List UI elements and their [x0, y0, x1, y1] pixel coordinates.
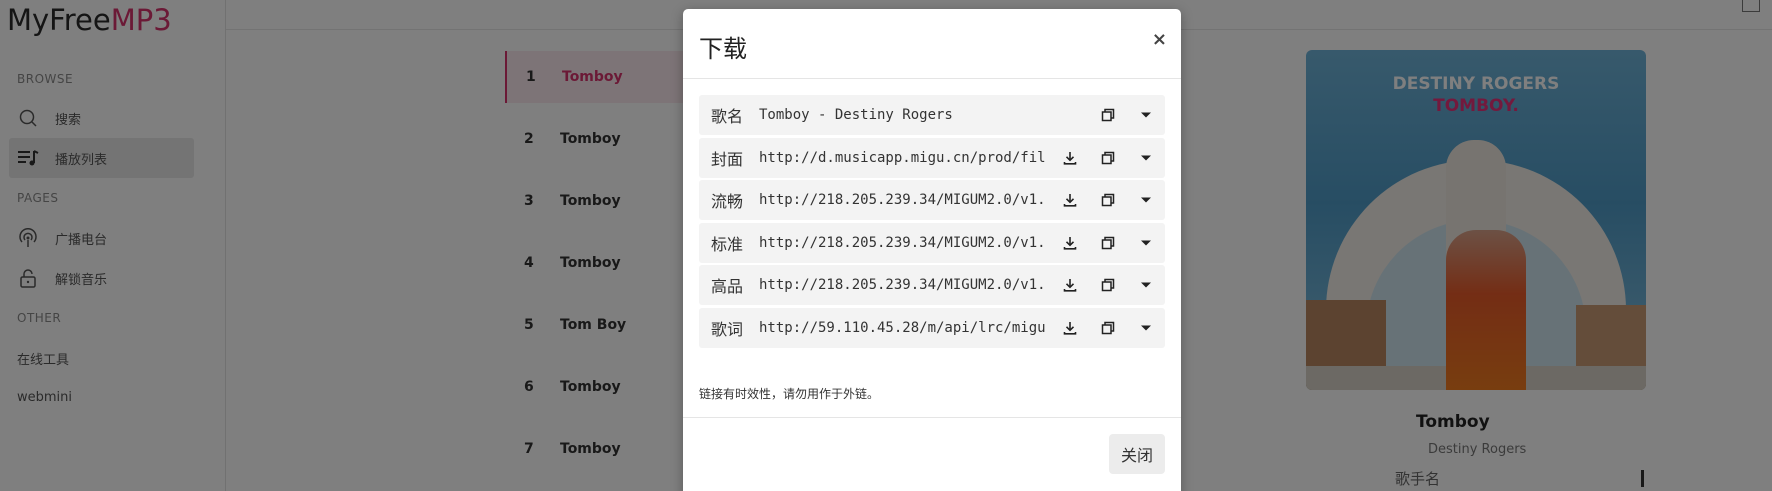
download-icon[interactable]: [1051, 265, 1089, 305]
download-row: 流畅 http://218.205.239.34/MIGUM2.0/v1.0/c: [699, 180, 1165, 220]
download-row-value[interactable]: Tomboy - Destiny Rogers: [759, 107, 1083, 123]
modal-footer: 关闭: [683, 417, 1181, 491]
download-row-label: 标准: [711, 234, 744, 254]
caret-down-icon[interactable]: [1127, 180, 1165, 220]
copy-icon[interactable]: [1089, 138, 1127, 178]
download-row-label: 高品: [711, 277, 744, 296]
download-row: 高品 http://218.205.239.34/MIGUM2.0/v1.0/c: [699, 265, 1165, 305]
caret-down-icon[interactable]: [1127, 265, 1165, 305]
caret-down-icon[interactable]: [1127, 223, 1165, 263]
copy-icon[interactable]: [1089, 180, 1127, 220]
download-row-value[interactable]: http://218.205.239.34/MIGUM2.0/v1.0/c: [759, 235, 1045, 251]
download-row: 歌词 http://59.110.45.28/m/api/lrc/migu/id/…: [699, 307, 1165, 348]
caret-down-icon[interactable]: [1127, 308, 1165, 348]
copy-icon[interactable]: [1089, 223, 1127, 263]
download-row-value[interactable]: http://218.205.239.34/MIGUM2.0/v1.0/c: [759, 277, 1045, 293]
download-row-value[interactable]: http://59.110.45.28/m/api/lrc/migu/id/a: [759, 320, 1045, 336]
link-expiry-note: 链接有时效性，请勿用作于外链。: [699, 387, 880, 401]
download-row-label: 流畅: [711, 192, 744, 211]
download-row-label: 封面: [711, 149, 744, 169]
caret-down-icon[interactable]: [1127, 95, 1165, 135]
close-icon[interactable]: ×: [1152, 29, 1167, 50]
caret-down-icon[interactable]: [1127, 138, 1165, 178]
close-button[interactable]: 关闭: [1109, 434, 1165, 474]
download-modal: 下载 × 歌名 Tomboy - Destiny Rogers 封面 http://d…: [683, 9, 1181, 491]
download-row-label: 歌词: [711, 319, 744, 339]
copy-icon[interactable]: [1089, 308, 1127, 348]
download-icon[interactable]: [1051, 223, 1089, 263]
download-icon[interactable]: [1051, 180, 1089, 220]
download-row: 标准 http://218.205.239.34/MIGUM2.0/v1.0/c: [699, 222, 1165, 263]
modal-header: 下载 ×: [683, 9, 1181, 79]
download-row-label: 歌名: [711, 107, 744, 126]
download-row-value[interactable]: http://d.musicapp.migu.cn/prod/file-se: [759, 150, 1045, 166]
download-icon[interactable]: [1051, 308, 1089, 348]
download-row: 封面 http://d.musicapp.migu.cn/prod/file-se: [699, 137, 1165, 178]
copy-icon[interactable]: [1089, 265, 1127, 305]
download-row-value[interactable]: http://218.205.239.34/MIGUM2.0/v1.0/c: [759, 192, 1045, 208]
copy-icon[interactable]: [1089, 95, 1127, 135]
download-icon[interactable]: [1051, 138, 1089, 178]
download-row: 歌名 Tomboy - Destiny Rogers: [699, 95, 1165, 135]
modal-title: 下载: [699, 35, 747, 63]
